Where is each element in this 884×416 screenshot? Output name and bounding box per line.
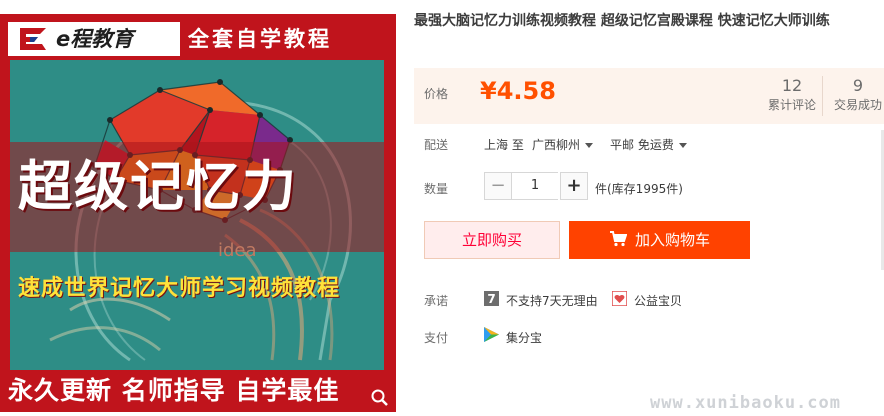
price-panel: 价格 ¥4.58 12 累计评论 9 交易成功 [414,68,884,124]
delivery-label: 配送 [424,138,449,152]
charity-heart-icon [612,291,627,306]
add-to-cart-label: 加入购物车 [634,231,710,249]
charity-text[interactable]: 公益宝贝 [634,292,682,309]
brand-box: e程教育 [8,22,180,56]
image-art-panel: idea 超级记忆力 速成世界记忆大师学习视频教程 [10,60,384,374]
price-value: ¥4.58 [480,77,556,105]
shipping-method-select[interactable]: 平邮 免运费 [610,136,687,153]
brand-logo-icon [20,28,46,50]
sales-count: 9 [852,76,864,95]
quantity-decrease-button[interactable]: − [484,172,512,200]
image-sub-title: 速成世界记忆大师学习视频教程 [18,276,341,301]
image-header: e程教育 全套自学教程 [0,14,396,58]
header-slogan: 全套自学教程 [188,27,332,51]
delivery-destination-select[interactable]: 广西柳州 [532,136,594,153]
no-return-text[interactable]: 不支持7天无理由 [506,292,598,309]
idea-word: idea [218,240,257,261]
product-title: 最强大脑记忆力训练视频教程 超级记忆宫殿课程 快速记忆大师训练 [414,13,830,29]
image-footer: 永久更新 名师指导 自学最佳 [0,370,396,412]
reviews-stat[interactable]: 12 累计评论 [766,76,818,114]
cart-icon [609,231,627,247]
caret-down-icon [585,143,594,148]
price-label: 价格 [424,87,449,101]
quantity-label: 数量 [424,182,449,196]
promise-label: 承诺 [424,294,449,308]
stock-text: 件(库存1995件) [595,182,683,196]
delivery-from: 上海 至 [484,138,524,152]
stat-divider [822,76,823,116]
quantity-stepper: − 1 + [484,172,588,200]
product-main-image[interactable]: e程教育 全套自学教程 idea 超级记忆力 速成世界记忆大师学习视频教程 永久… [0,14,396,412]
delivery-destination: 广西柳州 [532,138,581,152]
footer-slogan: 永久更新 名师指导 自学最佳 [8,376,340,405]
add-to-cart-button[interactable]: 加入购物车 [569,221,750,259]
sales-label: 交易成功 [833,98,882,112]
no-return-7-icon: 7 [484,291,499,306]
site-watermark: www.xunibaoku.com [650,393,841,413]
payment-label: 支付 [424,331,449,345]
caret-down-icon [678,143,687,148]
image-main-title: 超级记忆力 [18,155,298,218]
jifenbao-icon [484,327,499,342]
buy-now-button[interactable]: 立即购买 [424,221,560,259]
reviews-count: 12 [781,76,803,95]
sales-stat: 9 交易成功 [832,76,884,114]
reviews-label: 累计评论 [767,98,816,112]
quantity-input[interactable]: 1 [512,172,558,200]
quantity-increase-button[interactable]: + [560,172,588,200]
payment-method[interactable]: 集分宝 [506,329,542,346]
svg-text:7: 7 [487,292,495,306]
shipping-method: 平邮 免运费 [610,138,674,152]
brand-name: e程教育 [56,27,134,51]
zoom-icon[interactable] [370,388,390,408]
